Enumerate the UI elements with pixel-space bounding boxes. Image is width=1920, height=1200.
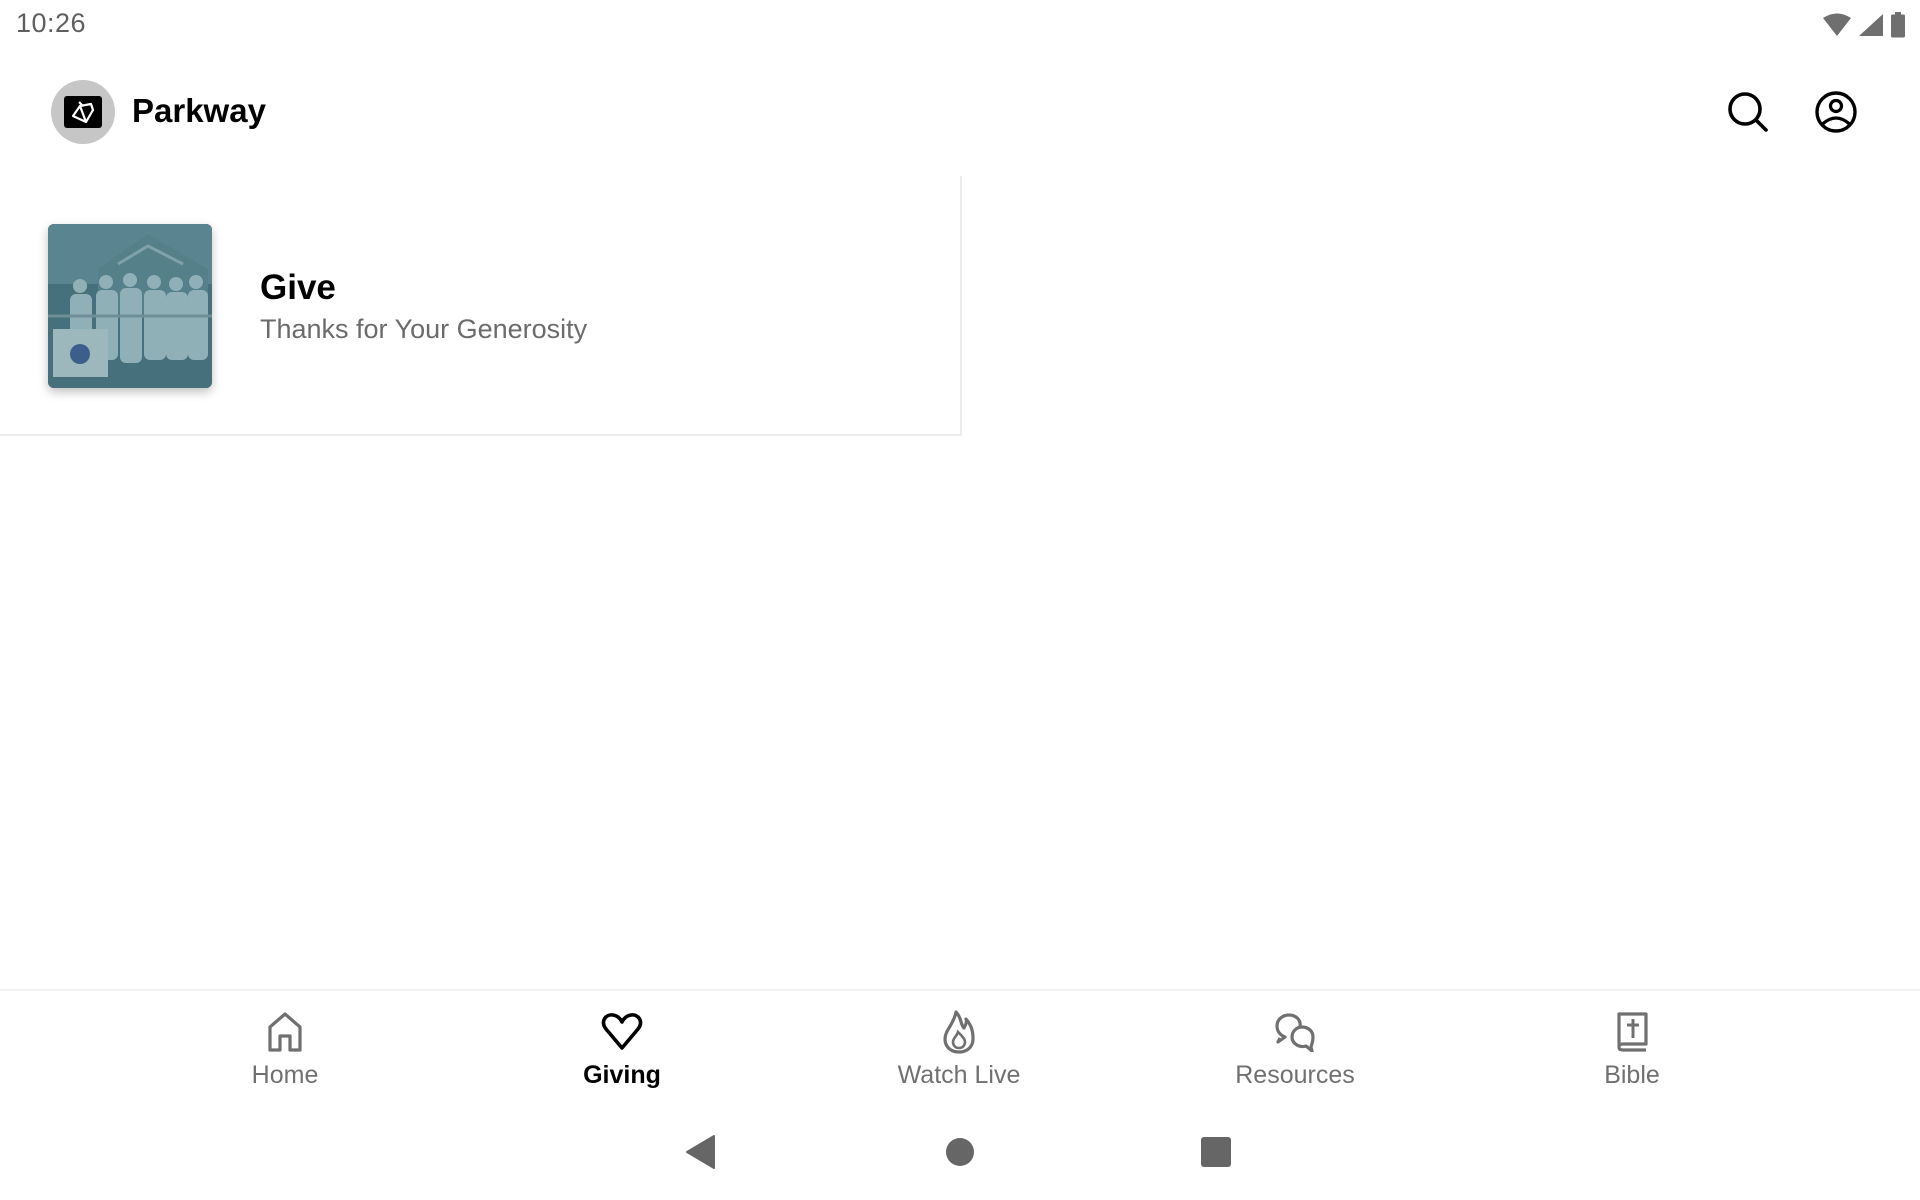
give-title: Give (260, 268, 336, 307)
wifi-icon (1823, 13, 1851, 36)
search-button[interactable] (1722, 86, 1774, 138)
bible-icon (1617, 1012, 1648, 1052)
system-back-button[interactable] (684, 1134, 718, 1170)
profile-button[interactable] (1810, 86, 1862, 138)
nav-label-giving: Giving (583, 1061, 661, 1089)
nav-label-watch-live: Watch Live (897, 1061, 1021, 1089)
nav-label-home: Home (251, 1061, 319, 1089)
nav-item-resources[interactable]: Resources (1195, 991, 1395, 1101)
chat-bubbles-icon (1275, 1013, 1315, 1052)
nav-label-bible: Bible (1604, 1061, 1660, 1089)
status-time: 10:26 (16, 8, 87, 38)
flame-icon (943, 1010, 975, 1054)
bottom-navigation: Home Giving Watch Live Resources Bible (0, 989, 1920, 1101)
battery-icon (1891, 12, 1905, 38)
system-recents-button[interactable] (1200, 1136, 1232, 1168)
nav-item-bible[interactable]: Bible (1532, 991, 1732, 1101)
give-subtitle: Thanks for Your Generosity (260, 314, 588, 344)
cellular-signal-icon (1859, 14, 1883, 36)
parkway-logo-icon (71, 101, 95, 124)
heart-icon (601, 1013, 643, 1050)
give-thumbnail (48, 224, 212, 388)
give-card[interactable]: Give Thanks for Your Generosity (0, 176, 962, 436)
nav-item-watch-live[interactable]: Watch Live (859, 991, 1059, 1101)
nav-item-home[interactable]: Home (185, 991, 385, 1101)
nav-label-resources: Resources (1235, 1061, 1355, 1089)
nav-item-giving[interactable]: Giving (522, 991, 722, 1101)
search-icon (1728, 92, 1768, 132)
home-icon (268, 1012, 302, 1052)
status-icons (1822, 12, 1906, 38)
account-circle-icon (1815, 91, 1857, 133)
app-title: Parkway (132, 92, 266, 129)
system-home-button[interactable] (944, 1136, 976, 1168)
app-logo (51, 80, 115, 144)
